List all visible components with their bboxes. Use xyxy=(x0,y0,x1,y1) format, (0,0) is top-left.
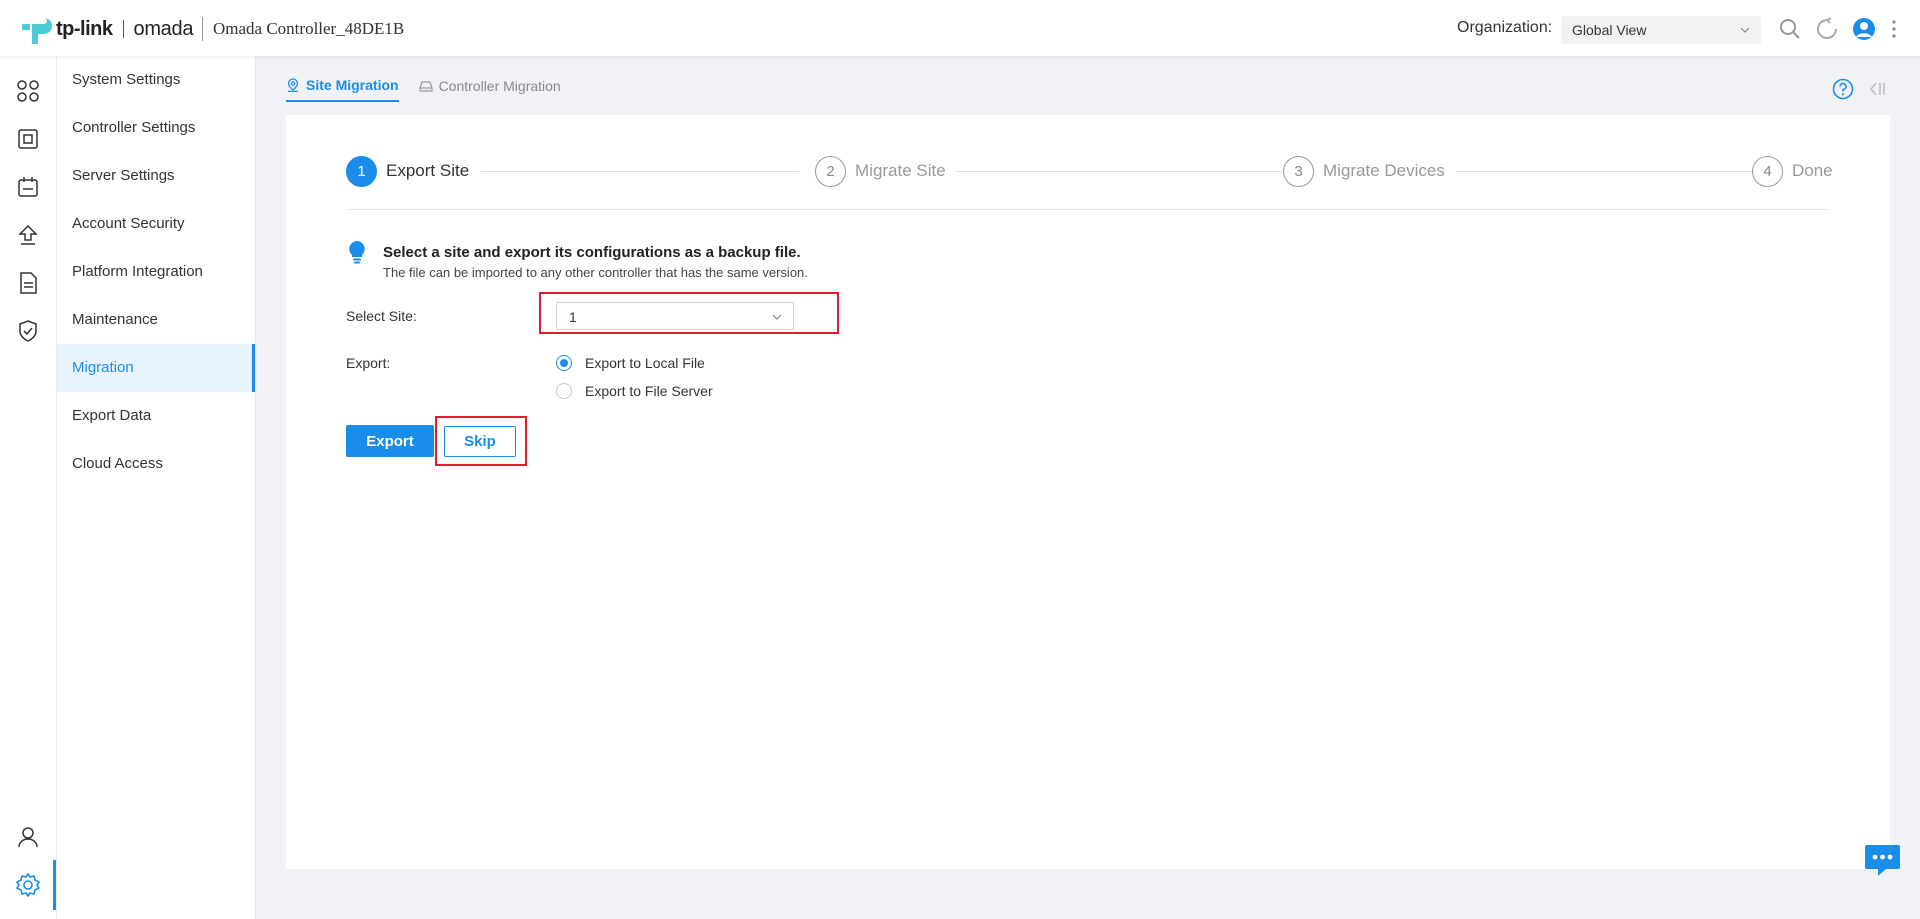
export-label: Export: xyxy=(346,355,391,371)
tp-link-logo-icon xyxy=(22,18,52,44)
step-export-site: 1 Export Site xyxy=(346,155,469,187)
step-migrate-site: 2 Migrate Site xyxy=(815,155,946,187)
settings-gear-icon[interactable] xyxy=(15,872,41,898)
radio-label: Export to Local File xyxy=(585,355,705,371)
chat-support-icon[interactable] xyxy=(1864,843,1901,877)
step-label: Migrate Site xyxy=(855,161,946,180)
step-number: 4 xyxy=(1752,155,1783,187)
radio-export-file-server[interactable]: Export to File Server xyxy=(556,383,713,399)
user-icon[interactable] xyxy=(15,824,41,850)
step-label: Migrate Devices xyxy=(1323,161,1445,180)
menu-item-account-security[interactable]: Account Security xyxy=(57,200,255,248)
step-number: 1 xyxy=(346,155,377,187)
title-divider xyxy=(202,17,203,41)
menu-item-migration[interactable]: Migration xyxy=(57,344,255,392)
step-migrate-devices: 3 Migrate Devices xyxy=(1283,155,1445,187)
stepper-divider xyxy=(346,209,1830,210)
migration-tabs: Site Migration Controller Migration xyxy=(286,76,581,102)
radio-button[interactable] xyxy=(556,383,572,399)
menu-item-export-data[interactable]: Export Data xyxy=(57,392,255,440)
rail-active-indicator xyxy=(53,860,56,910)
step-done: 4 Done xyxy=(1752,155,1833,187)
chevron-down-icon xyxy=(1740,27,1750,33)
menu-item-platform-integration[interactable]: Platform Integration xyxy=(57,248,255,296)
step-connector xyxy=(1456,171,1754,172)
controller-device-icon xyxy=(418,81,433,92)
refresh-icon[interactable] xyxy=(1815,17,1839,41)
user-avatar-icon[interactable] xyxy=(1852,17,1876,41)
brand-name: tp-link xyxy=(56,17,113,40)
export-button[interactable]: Export xyxy=(346,425,434,457)
tab-site-migration-label: Site Migration xyxy=(306,77,399,93)
migration-card: 1 Export Site 2 Migrate Site 3 Migrate D… xyxy=(286,115,1890,869)
menu-item-maintenance[interactable]: Maintenance xyxy=(57,296,255,344)
product-name: omada xyxy=(133,17,194,40)
settings-menu: System Settings Controller Settings Serv… xyxy=(57,56,256,919)
organization-select[interactable]: Global View xyxy=(1561,16,1761,44)
migration-stepper: 1 Export Site 2 Migrate Site 3 Migrate D… xyxy=(346,155,1833,191)
step-label: Done xyxy=(1792,161,1833,180)
highlight-box-select-site xyxy=(539,292,839,334)
step-number: 3 xyxy=(1283,155,1314,187)
radio-export-local-file[interactable]: Export to Local File xyxy=(556,355,705,371)
select-site-label: Select Site: xyxy=(346,308,417,324)
organization-label: Organization: xyxy=(1457,19,1553,36)
radio-button-checked[interactable] xyxy=(556,355,572,371)
step-label: Export Site xyxy=(386,161,470,180)
organization-value: Global View xyxy=(1572,22,1647,38)
highlight-box-skip xyxy=(435,416,527,466)
tip-title: Select a site and export its configurati… xyxy=(383,244,801,261)
menu-item-server-settings[interactable]: Server Settings xyxy=(57,152,255,200)
step-connector xyxy=(481,171,799,172)
menu-item-system-settings[interactable]: System Settings xyxy=(57,56,255,104)
logo[interactable]: tp-link omada xyxy=(20,12,193,46)
tip-subtitle: The file can be imported to any other co… xyxy=(383,265,808,280)
top-bar: tp-link omada Omada Controller_48DE1B Or… xyxy=(0,0,1920,56)
devices-icon[interactable] xyxy=(15,126,41,152)
icon-rail xyxy=(0,56,57,919)
menu-item-cloud-access[interactable]: Cloud Access xyxy=(57,440,255,488)
menu-item-controller-settings[interactable]: Controller Settings xyxy=(57,104,255,152)
step-connector xyxy=(956,171,1282,172)
tab-controller-migration[interactable]: Controller Migration xyxy=(418,76,561,102)
search-icon[interactable] xyxy=(1778,17,1802,41)
security-shield-icon[interactable] xyxy=(15,318,41,344)
collapse-panel-icon[interactable] xyxy=(1867,79,1887,99)
tab-controller-migration-label: Controller Migration xyxy=(438,78,561,94)
schedule-icon[interactable] xyxy=(15,174,41,200)
step-number: 2 xyxy=(815,155,846,187)
logo-divider xyxy=(122,20,124,38)
logs-icon[interactable] xyxy=(15,270,41,296)
location-pin-icon xyxy=(287,78,299,92)
app-title: Omada Controller_48DE1B xyxy=(213,19,405,38)
upgrade-icon[interactable] xyxy=(15,222,41,248)
lightbulb-icon xyxy=(349,241,365,264)
tab-site-migration[interactable]: Site Migration xyxy=(286,76,399,102)
dashboard-icon[interactable] xyxy=(15,78,41,104)
radio-label: Export to File Server xyxy=(585,383,713,399)
help-icon[interactable] xyxy=(1832,78,1854,100)
more-menu-icon[interactable] xyxy=(1888,17,1900,41)
